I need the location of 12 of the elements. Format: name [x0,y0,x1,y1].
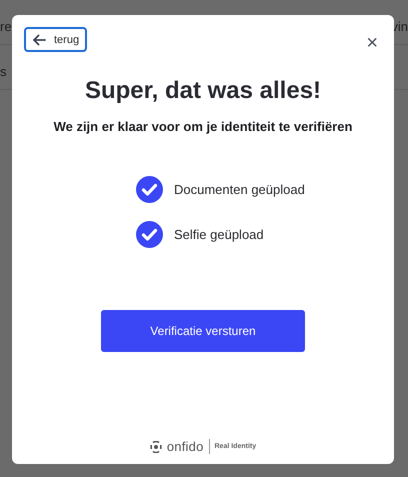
back-button[interactable]: terug [24,27,88,52]
checklist-label: Selfie geüpload [174,227,264,242]
title: Super, dat was alles! [84,77,322,105]
logo-icon [150,440,162,452]
background-text: re [0,18,12,34]
submit-button[interactable]: Verificatie versturen [101,310,305,352]
checklist-label: Documenten geüpload [174,182,305,197]
brand-name: onfido [166,439,204,454]
back-arrow-icon [32,34,46,46]
background-text: s [0,64,6,78]
subtitle: We zijn er klaar voor om je identiteit te verifiëren [54,119,352,134]
close-button[interactable]: × [366,33,378,53]
